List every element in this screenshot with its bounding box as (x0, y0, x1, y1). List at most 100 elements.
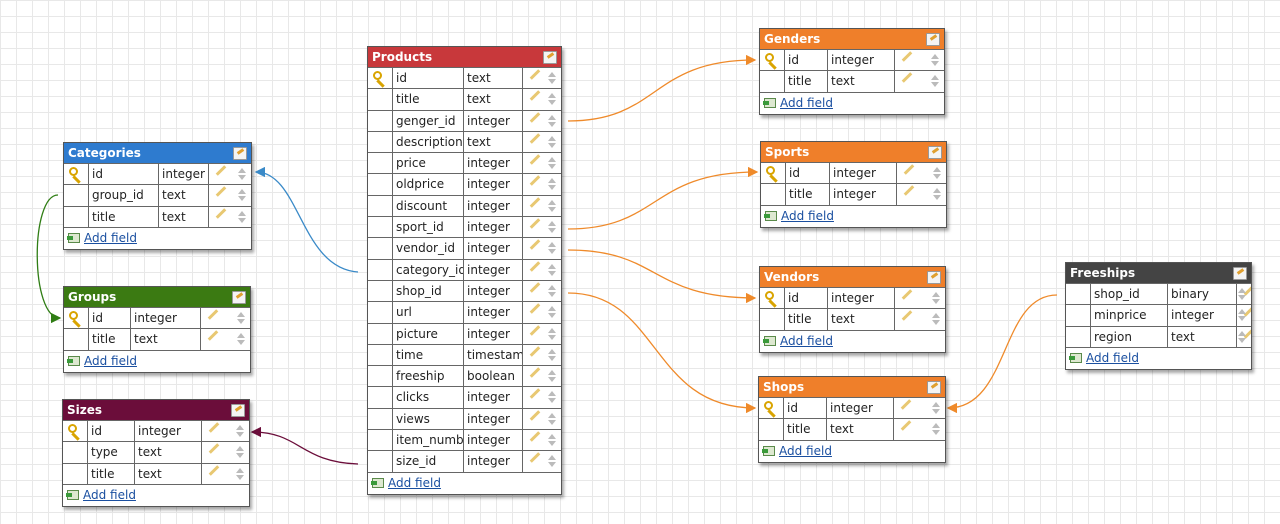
pencil-icon[interactable] (208, 443, 220, 455)
table-shops[interactable]: Shops id integer title text Add field (758, 376, 946, 463)
add-field-link[interactable]: Add field (388, 476, 441, 490)
field-row[interactable]: id integer (760, 287, 945, 309)
add-field-link[interactable]: Add field (84, 354, 137, 368)
reorder-arrows-icon[interactable] (1238, 287, 1246, 301)
reorder-arrows-icon[interactable] (548, 369, 556, 383)
table-header[interactable]: Freeships (1066, 263, 1251, 283)
reorder-arrows-icon[interactable] (548, 135, 556, 149)
pencil-icon[interactable] (901, 51, 913, 62)
pencil-icon[interactable] (529, 260, 541, 272)
add-field-link[interactable]: Add field (780, 334, 833, 348)
pencil-icon[interactable] (529, 303, 541, 315)
field-row[interactable]: id integer (761, 162, 946, 184)
edit-table-icon[interactable] (543, 51, 557, 64)
pencil-icon[interactable] (900, 420, 912, 432)
field-row[interactable]: sport_id integer (368, 216, 561, 238)
table-header[interactable]: Products (368, 47, 561, 67)
add-field-link[interactable]: Add field (780, 96, 833, 110)
reorder-arrows-icon[interactable] (237, 332, 245, 346)
reorder-arrows-icon[interactable] (548, 92, 556, 106)
table-header[interactable]: Categories (64, 143, 251, 163)
edit-table-icon[interactable] (1233, 267, 1247, 280)
field-row[interactable]: oldprice integer (368, 173, 561, 195)
reorder-arrows-icon[interactable] (1238, 308, 1246, 322)
pencil-icon[interactable] (529, 196, 541, 208)
table-header[interactable]: Genders (760, 29, 944, 49)
add-field-link[interactable]: Add field (83, 488, 136, 502)
field-row[interactable]: shop_id integer (368, 279, 561, 302)
table-sports[interactable]: Sports id integer title integer Add field (760, 141, 947, 228)
table-groups[interactable]: Groups id integer title text Add field (63, 286, 251, 373)
table-header[interactable]: Sizes (63, 400, 249, 420)
field-row[interactable]: shop_id binary (1066, 283, 1251, 305)
reorder-arrows-icon[interactable] (932, 312, 940, 326)
field-row[interactable]: title text (64, 205, 251, 227)
field-row[interactable]: type text (63, 441, 249, 463)
table-categories[interactable]: Categories id integer group_id text title text… (63, 142, 252, 250)
field-row[interactable]: size_id integer (368, 450, 561, 472)
pencil-icon[interactable] (901, 72, 913, 84)
field-row[interactable]: description text (368, 130, 561, 153)
pencil-icon[interactable] (207, 309, 219, 320)
pencil-icon[interactable] (529, 218, 541, 229)
reorder-arrows-icon[interactable] (548, 284, 556, 298)
field-row[interactable]: clicks integer (368, 386, 561, 408)
reorder-arrows-icon[interactable] (932, 401, 940, 415)
field-row[interactable]: title text (63, 462, 249, 484)
pencil-icon[interactable] (215, 165, 227, 176)
table-products[interactable]: Products id text title text genger_id integer d… (367, 46, 562, 495)
pencil-icon[interactable] (207, 330, 219, 342)
field-row[interactable]: title text (760, 308, 945, 330)
edit-table-icon[interactable] (926, 33, 940, 46)
field-row[interactable]: genger_id integer (368, 109, 561, 131)
pencil-icon[interactable] (529, 409, 541, 421)
table-header[interactable]: Sports (761, 142, 946, 162)
pencil-icon[interactable] (208, 464, 220, 476)
reorder-arrows-icon[interactable] (548, 433, 556, 447)
pencil-icon[interactable] (900, 399, 912, 410)
reorder-arrows-icon[interactable] (933, 187, 941, 201)
edit-table-icon[interactable] (233, 147, 247, 160)
pencil-icon[interactable] (529, 111, 541, 123)
table-vendors[interactable]: Vendors id integer title text Add field (759, 266, 946, 353)
field-row[interactable]: region text (1066, 325, 1251, 347)
field-row[interactable]: id integer (759, 397, 945, 419)
reorder-arrows-icon[interactable] (548, 241, 556, 255)
pencil-icon[interactable] (215, 186, 227, 198)
table-genders[interactable]: Genders id integer title text Add field (759, 28, 945, 115)
pencil-icon[interactable] (903, 164, 915, 175)
pencil-icon[interactable] (529, 90, 541, 102)
reorder-arrows-icon[interactable] (931, 74, 939, 88)
pencil-icon[interactable] (529, 452, 541, 464)
field-row[interactable]: minprice integer (1066, 304, 1251, 326)
reorder-arrows-icon[interactable] (548, 348, 556, 362)
pencil-icon[interactable] (529, 133, 541, 144)
pencil-icon[interactable] (529, 154, 541, 165)
pencil-icon[interactable] (529, 388, 541, 400)
field-row[interactable]: discount integer (368, 194, 561, 217)
pencil-icon[interactable] (901, 310, 913, 322)
field-row[interactable]: title text (64, 328, 250, 350)
add-field-link[interactable]: Add field (779, 444, 832, 458)
pencil-icon[interactable] (529, 324, 541, 336)
field-row[interactable]: id integer (760, 49, 944, 71)
reorder-arrows-icon[interactable] (548, 263, 556, 277)
reorder-arrows-icon[interactable] (931, 53, 939, 67)
pencil-icon[interactable] (529, 367, 541, 378)
field-row[interactable]: title text (759, 418, 945, 440)
pencil-icon[interactable] (529, 431, 541, 442)
reorder-arrows-icon[interactable] (238, 167, 246, 181)
edit-table-icon[interactable] (232, 291, 246, 304)
pencil-icon[interactable] (529, 239, 541, 251)
reorder-arrows-icon[interactable] (548, 71, 556, 85)
edit-table-icon[interactable] (927, 271, 941, 284)
reorder-arrows-icon[interactable] (238, 210, 246, 224)
field-row[interactable]: url integer (368, 301, 561, 323)
field-row[interactable]: price integer (368, 152, 561, 174)
field-row[interactable]: id integer (63, 420, 249, 442)
field-row[interactable]: group_id text (64, 184, 251, 206)
field-row[interactable]: title integer (761, 183, 946, 205)
reorder-arrows-icon[interactable] (548, 199, 556, 213)
reorder-arrows-icon[interactable] (548, 412, 556, 426)
table-header[interactable]: Vendors (760, 267, 945, 287)
